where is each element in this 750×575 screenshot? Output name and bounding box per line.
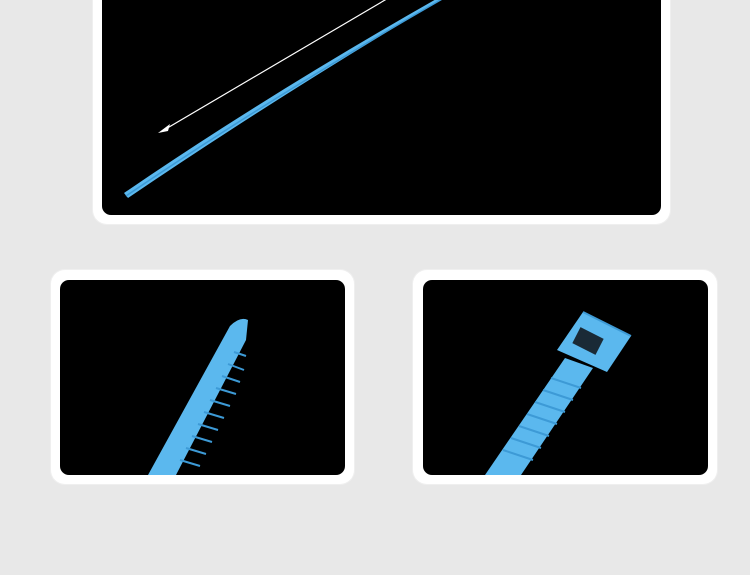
cable-tie-tip-photo	[60, 280, 345, 475]
photo-frame-bottom-left	[51, 270, 354, 484]
cable-tie-tip-image	[148, 318, 248, 475]
tie-body	[485, 358, 593, 475]
photo-frame-top	[93, 0, 670, 224]
cable-tie-strap-shade	[125, 0, 442, 197]
cable-tie-full-image	[124, 0, 442, 198]
cable-tie-head-photo	[423, 280, 708, 475]
cable-tie-full-photo	[102, 0, 661, 215]
cable-tie-head-image	[485, 311, 632, 475]
direction-arrow-head	[158, 124, 170, 133]
cable-tie-strap	[124, 0, 441, 198]
direction-arrow-line	[163, 0, 387, 131]
photo-frame-bottom-right	[413, 270, 717, 484]
